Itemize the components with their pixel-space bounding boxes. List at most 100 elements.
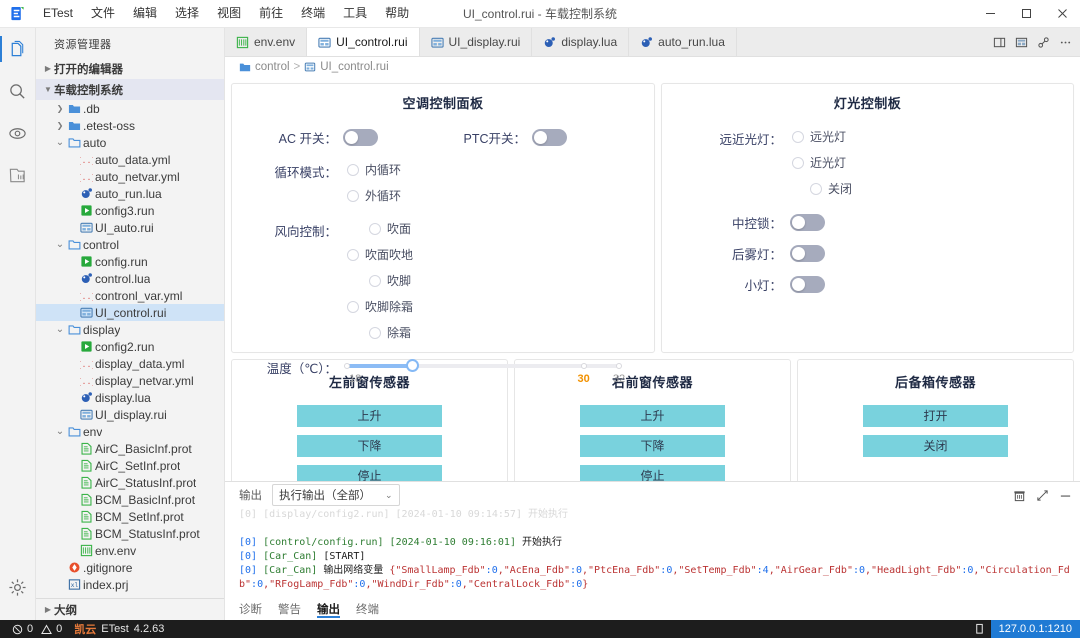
activity-explorer-button[interactable] (0, 28, 36, 70)
expand-panel-icon[interactable] (1036, 489, 1049, 502)
menu-item-file[interactable]: 文件 (82, 2, 124, 25)
menu-item-go[interactable]: 前往 (250, 2, 292, 25)
output-tab-2[interactable]: 警告 (278, 598, 301, 620)
tree-item-bcm-statusinf-prot[interactable]: BCM_StatusInf.prot (36, 525, 224, 542)
tree-item-auto-run-lua[interactable]: auto_run.lua (36, 185, 224, 202)
layout-icon[interactable] (1015, 36, 1028, 49)
sensor-button-下降[interactable]: 下降 (297, 435, 442, 457)
split-editor-icon[interactable] (993, 36, 1006, 49)
tree-item-airc-setinf-prot[interactable]: AirC_SetInf.prot (36, 457, 224, 474)
editor-tab-auto-run-lua[interactable]: auto_run.lua (629, 28, 737, 56)
output-tab-4[interactable]: 终端 (356, 598, 379, 620)
radio-option-2[interactable]: 外循环 (347, 187, 401, 204)
radio-option-5[interactable]: 除霜 (369, 324, 413, 341)
tree-item-config-run[interactable]: config.run (36, 253, 224, 270)
tree-item-display-netvar-yml[interactable]: {..}display_netvar.yml (36, 372, 224, 389)
tree-item-auto[interactable]: ⌄auto (36, 134, 224, 151)
tree-item-airc-basicinf-prot[interactable]: AirC_BasicInf.prot (36, 440, 224, 457)
tree-item-config3-run[interactable]: config3.run (36, 202, 224, 219)
output-log[interactable]: [0] [display/config2.run] [2024-01-10 09… (225, 508, 1080, 598)
light-toggle-switch[interactable] (790, 276, 825, 293)
menu-item-tools[interactable]: 工具 (334, 2, 376, 25)
tree-item--gitignore[interactable]: .gitignore (36, 559, 224, 576)
tree-item-index-prj[interactable]: xlindex.prj (36, 576, 224, 593)
breadcrumb-folder[interactable]: control (255, 61, 290, 73)
activity-structure-button[interactable] (0, 154, 36, 196)
slider-handle[interactable] (406, 359, 419, 372)
menu-item-help[interactable]: 帮助 (376, 2, 418, 25)
chevron-down-icon[interactable]: ⌄ (54, 324, 66, 335)
sidebar-open-editors-section[interactable]: ▶ 打开的编辑器 (36, 58, 224, 79)
activity-watch-button[interactable] (0, 112, 36, 154)
tree-item-bcm-basicinf-prot[interactable]: BCM_BasicInf.prot (36, 491, 224, 508)
sidebar-project-section[interactable]: ▼ 车载控制系统 (36, 79, 224, 100)
sensor-button-上升[interactable]: 上升 (297, 405, 442, 427)
chevron-right-icon[interactable]: ❯ (54, 121, 66, 130)
chevron-down-icon[interactable]: ⌄ (54, 239, 66, 250)
editor-tab-display-lua[interactable]: display.lua (532, 28, 629, 56)
tree-item-ui-display-rui[interactable]: UI_display.rui (36, 406, 224, 423)
sidebar-outline-section[interactable]: ▶ 大纲 (36, 598, 224, 620)
activity-settings-button[interactable] (0, 566, 36, 608)
tree-item--db[interactable]: ❯.db (36, 100, 224, 117)
tree-item-display[interactable]: ⌄display (36, 321, 224, 338)
tree-item-control-lua[interactable]: control.lua (36, 270, 224, 287)
ac-switch-toggle[interactable] (343, 129, 378, 146)
tree-item-env-env[interactable]: env.env (36, 542, 224, 559)
maximize-button[interactable] (1008, 0, 1044, 28)
activity-search-button[interactable] (0, 70, 36, 112)
radio-option-1[interactable]: 吹面 (369, 220, 413, 237)
chevron-right-icon[interactable]: ❯ (54, 104, 66, 113)
minimize-button[interactable] (972, 0, 1008, 28)
sensor-button-下降[interactable]: 下降 (580, 435, 725, 457)
light-toggle-switch[interactable] (790, 245, 825, 262)
tree-item-ui-auto-rui[interactable]: UI_auto.rui (36, 219, 224, 236)
menu-item-select[interactable]: 选择 (166, 2, 208, 25)
sensor-button-停止[interactable]: 停止 (580, 465, 725, 481)
temperature-slider[interactable]: 183032 (347, 357, 619, 375)
output-source-select[interactable]: 执行输出（全部） ⌄ (272, 484, 400, 506)
sensor-button-停止[interactable]: 停止 (297, 465, 442, 481)
tree-item-config2-run[interactable]: config2.run (36, 338, 224, 355)
editor-tab-env-env[interactable]: env.env (225, 28, 307, 56)
tree-item-env[interactable]: ⌄env (36, 423, 224, 440)
radio-option-3[interactable]: 吹脚 (369, 272, 413, 289)
radio-option-3[interactable]: 关闭 (810, 180, 852, 197)
editor-tab-ui-display-rui[interactable]: UI_display.rui (420, 28, 533, 56)
close-button[interactable] (1044, 0, 1080, 28)
ptc-switch-toggle[interactable] (532, 129, 567, 146)
notification-button[interactable] (968, 620, 991, 638)
radio-option-4[interactable]: 吹脚除霜 (347, 298, 413, 315)
light-toggle-switch[interactable] (790, 214, 825, 231)
clear-output-icon[interactable] (1013, 489, 1026, 502)
tree-item--etest-oss[interactable]: ❯.etest-oss (36, 117, 224, 134)
menu-item-edit[interactable]: 编辑 (124, 2, 166, 25)
minimize-panel-icon[interactable] (1059, 489, 1072, 502)
menu-item-terminal[interactable]: 终端 (292, 2, 334, 25)
editor-tab-ui-control-rui[interactable]: UI_control.rui (307, 28, 419, 56)
tree-item-display-data-yml[interactable]: {..}display_data.yml (36, 355, 224, 372)
output-label[interactable]: 输出 (239, 487, 262, 503)
radio-option-2[interactable]: 吹面吹地 (347, 246, 413, 263)
more-actions-icon[interactable] (1059, 36, 1072, 49)
output-tab-1[interactable]: 诊断 (239, 598, 262, 620)
tree-item-contronl-var-yml[interactable]: {..}contronl_var.yml (36, 287, 224, 304)
chevron-down-icon[interactable]: ⌄ (54, 137, 66, 148)
tree-item-auto-netvar-yml[interactable]: {..}auto_netvar.yml (36, 168, 224, 185)
tree-item-auto-data-yml[interactable]: {..}auto_data.yml (36, 151, 224, 168)
link-icon[interactable] (1037, 36, 1050, 49)
radio-option-1[interactable]: 内循环 (347, 161, 401, 178)
output-tab-3[interactable]: 输出 (317, 598, 340, 620)
sensor-button-上升[interactable]: 上升 (580, 405, 725, 427)
menu-app-name[interactable]: ETest (34, 2, 82, 25)
connection-address[interactable]: 127.0.0.1:1210 (991, 620, 1080, 638)
tree-item-bcm-setinf-prot[interactable]: BCM_SetInf.prot (36, 508, 224, 525)
breadcrumb-file[interactable]: UI_control.rui (320, 61, 388, 73)
tree-item-control[interactable]: ⌄control (36, 236, 224, 253)
problems-status[interactable]: 0 0 (6, 620, 68, 638)
tree-item-airc-statusinf-prot[interactable]: AirC_StatusInf.prot (36, 474, 224, 491)
radio-option-1[interactable]: 远光灯 (792, 128, 852, 145)
chevron-down-icon[interactable]: ⌄ (54, 426, 66, 437)
tree-item-ui-control-rui[interactable]: UI_control.rui (36, 304, 224, 321)
sensor-button-关闭[interactable]: 关闭 (863, 435, 1008, 457)
